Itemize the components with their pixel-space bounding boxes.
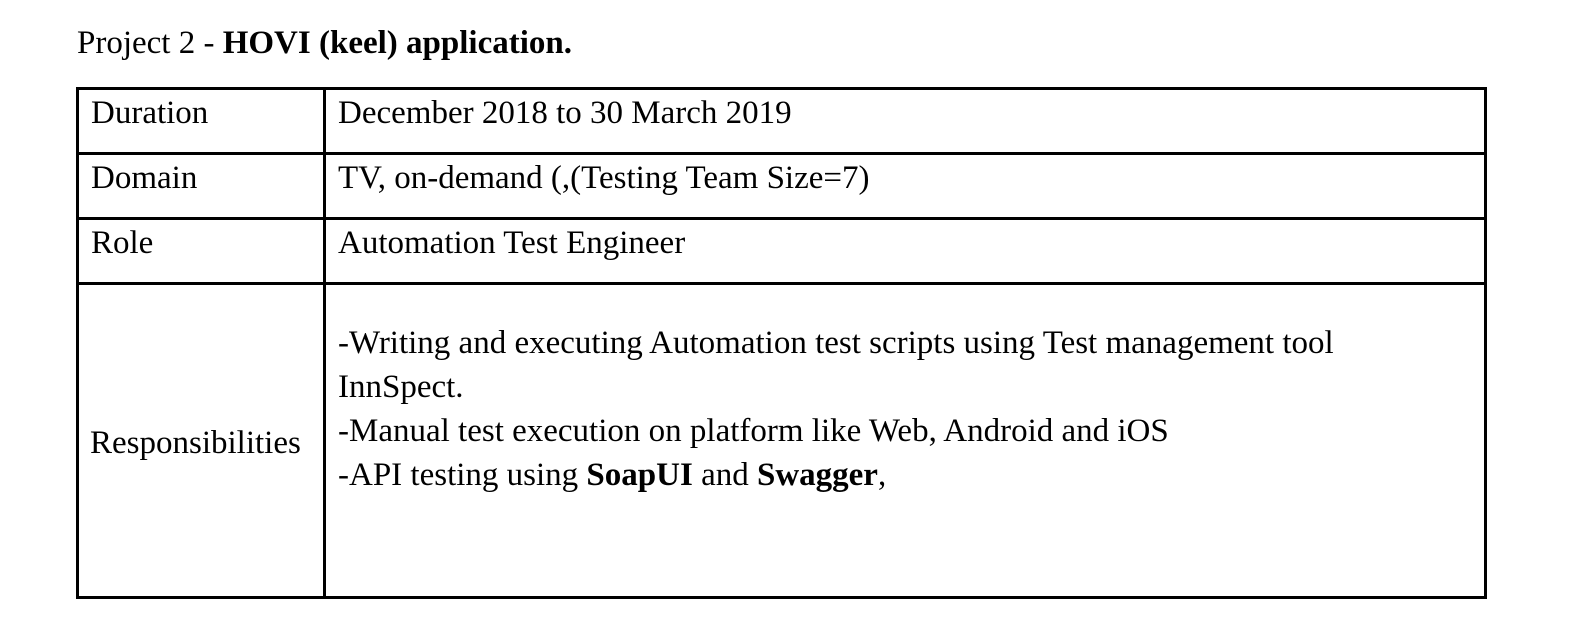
responsibility-line-4: -API testing using SoapUI and Swagger,	[338, 453, 1472, 497]
project-heading-prefix: Project 2 -	[77, 25, 223, 61]
api-testing-prefix: -API testing using	[338, 457, 587, 493]
tool-swagger: Swagger	[756, 457, 878, 493]
table-row-duration: Duration December 2018 to 30 March 2019	[76, 87, 1487, 155]
project-heading-title: HOVI (keel) application.	[222, 25, 572, 61]
responsibility-line-1: -Writing and executing Automation test s…	[338, 325, 1334, 361]
duration-label: Duration	[76, 87, 326, 155]
domain-label: Domain	[76, 152, 326, 220]
responsibilities-label: Responsibilities	[76, 282, 326, 599]
table-row-role: Role Automation Test Engineer	[76, 217, 1487, 285]
api-testing-suffix: ,	[877, 457, 887, 493]
api-testing-conjunction: and	[692, 457, 757, 493]
responsibility-line-3: -Manual test execution on platform like …	[338, 413, 1169, 449]
responsibility-line-2: InnSpect.	[338, 369, 464, 405]
tool-soapui: SoapUI	[586, 457, 693, 493]
duration-value: December 2018 to 30 March 2019	[323, 87, 1487, 155]
project-details-table: Duration December 2018 to 30 March 2019 …	[76, 87, 1487, 599]
table-row-domain: Domain TV, on-demand (,(Testing Team Siz…	[76, 152, 1487, 220]
role-label: Role	[76, 217, 326, 285]
domain-value: TV, on-demand (,(Testing Team Size=7)	[323, 152, 1487, 220]
project-heading: Project 2 - HOVI (keel) application.	[77, 22, 572, 64]
responsibilities-value: -Writing and executing Automation test s…	[323, 282, 1487, 599]
role-value: Automation Test Engineer	[323, 217, 1487, 285]
table-row-responsibilities: Responsibilities -Writing and executing …	[76, 282, 1487, 599]
